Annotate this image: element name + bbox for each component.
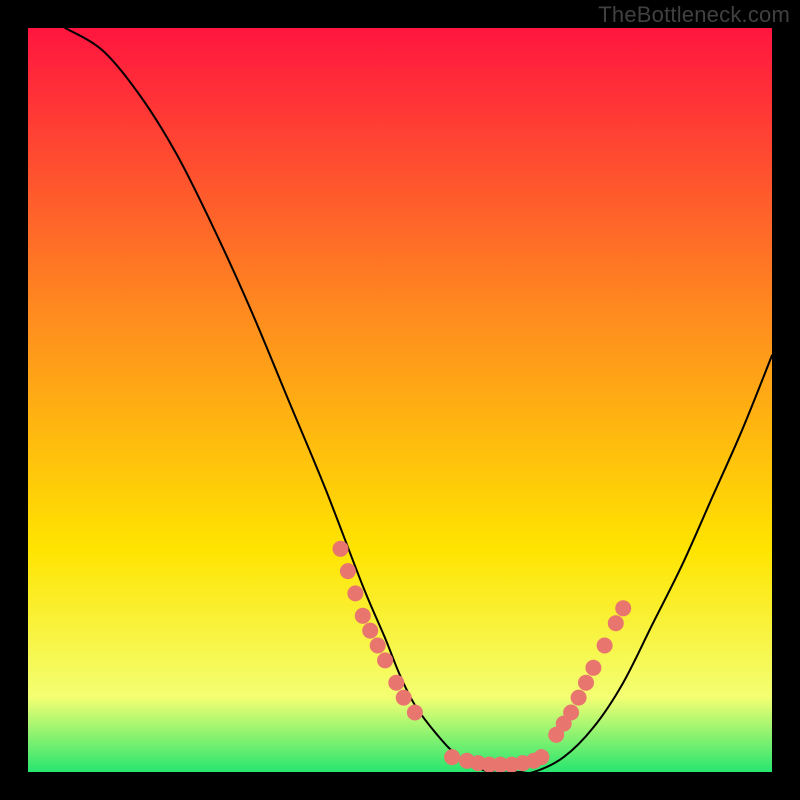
marker-dot — [585, 660, 601, 676]
marker-dot — [370, 638, 386, 654]
marker-dot — [563, 705, 579, 721]
marker-dot — [444, 749, 460, 765]
marker-dot — [377, 652, 393, 668]
chart-svg — [28, 28, 772, 772]
marker-dot — [597, 638, 613, 654]
marker-dot — [608, 615, 624, 631]
marker-dot — [571, 690, 587, 706]
chart-frame: TheBottleneck.com — [0, 0, 800, 800]
marker-dot — [578, 675, 594, 691]
marker-dot — [347, 585, 363, 601]
watermark-label: TheBottleneck.com — [598, 2, 790, 28]
marker-dot — [388, 675, 404, 691]
marker-dot — [396, 690, 412, 706]
plot-area — [28, 28, 772, 772]
marker-dot — [407, 705, 423, 721]
gradient-background — [28, 28, 772, 772]
marker-dot — [615, 600, 631, 616]
marker-dot — [362, 623, 378, 639]
marker-dot — [533, 749, 549, 765]
marker-dot — [333, 541, 349, 557]
marker-dot — [355, 608, 371, 624]
marker-dot — [340, 563, 356, 579]
